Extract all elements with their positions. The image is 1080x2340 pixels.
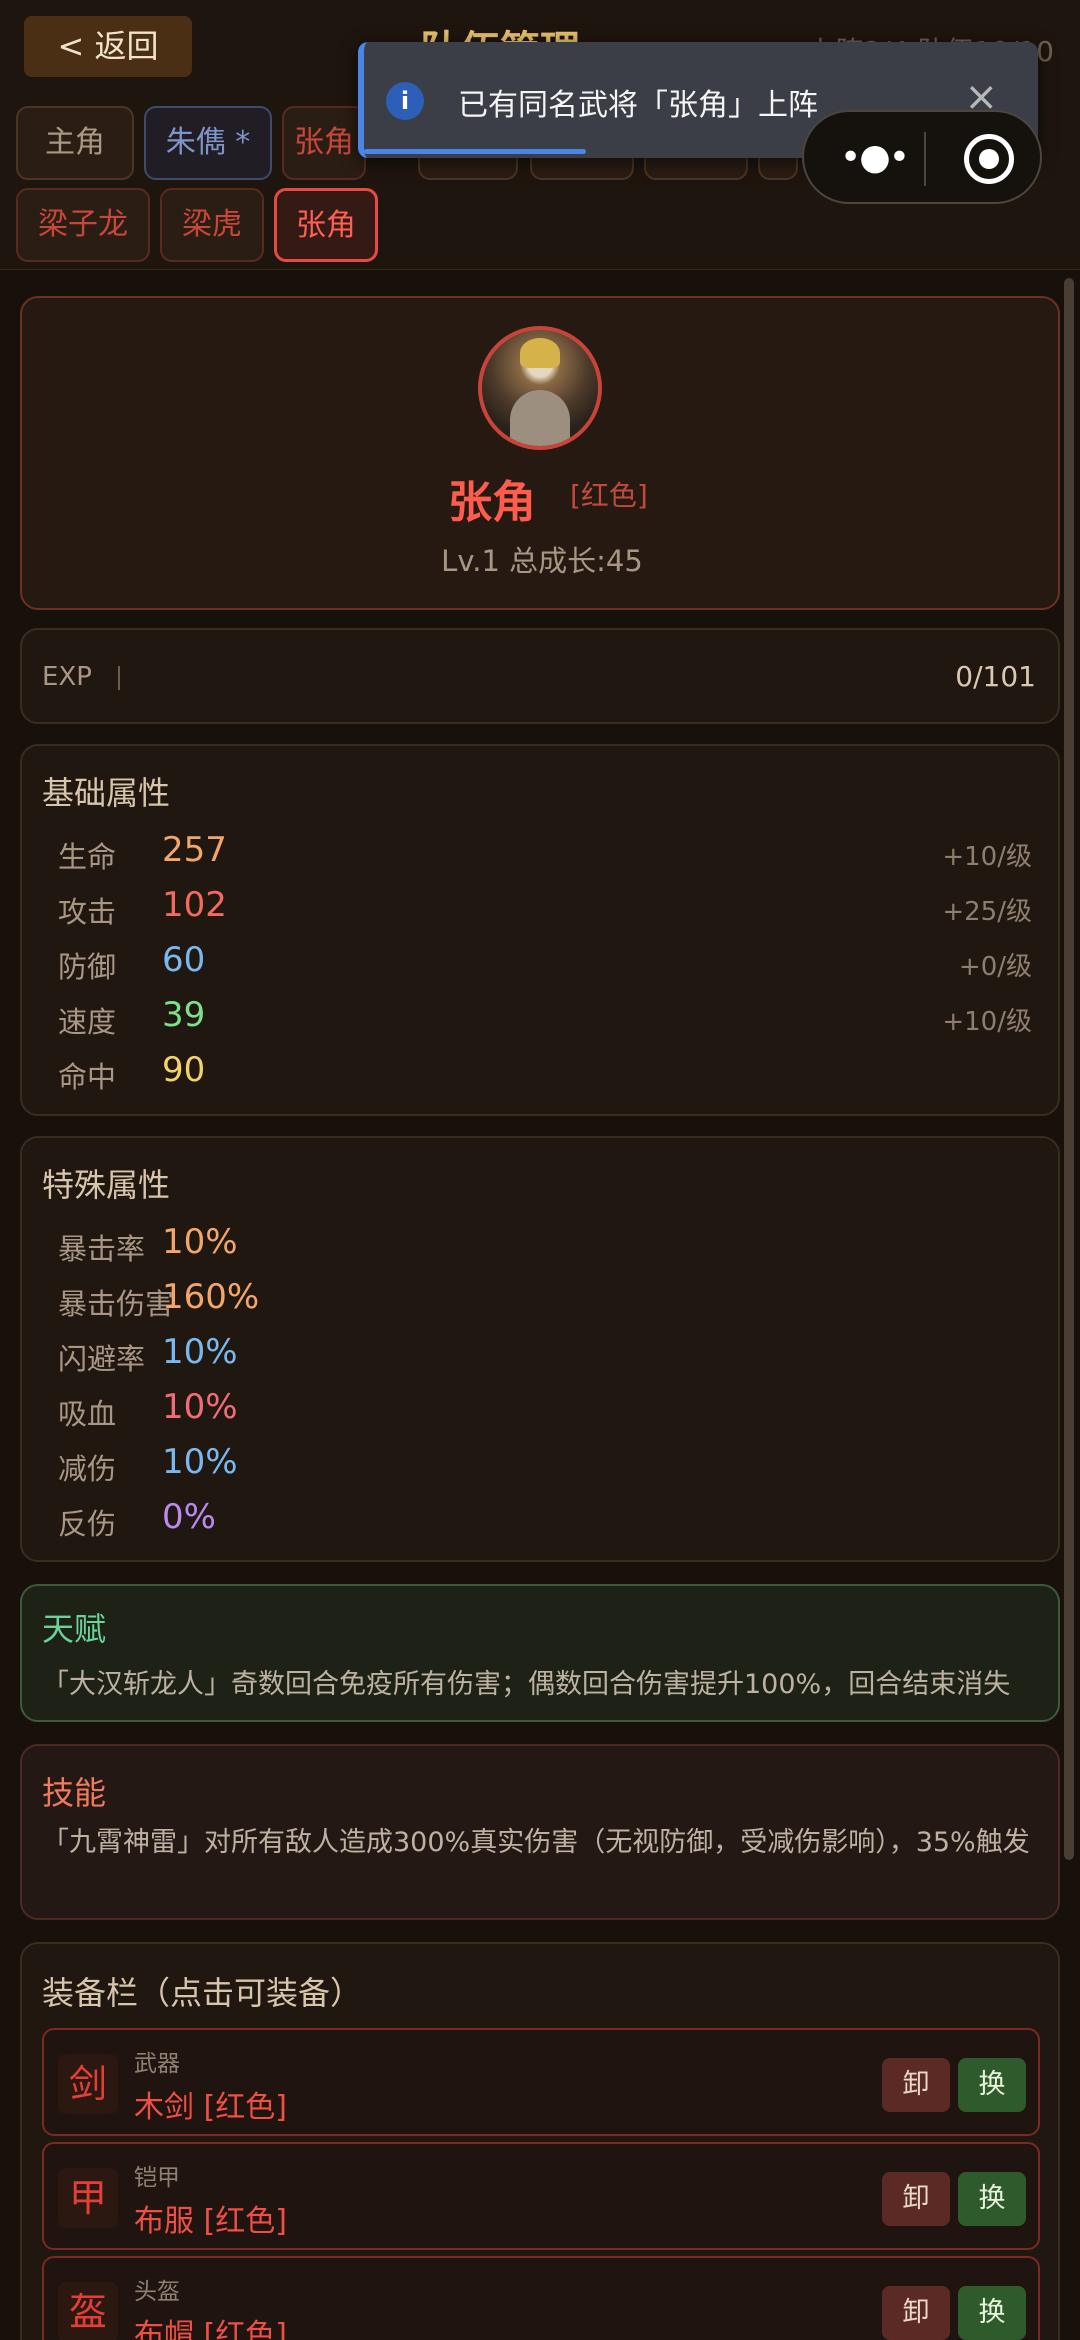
tab-protagonist[interactable]: 主角 [16,106,134,180]
talent-description: 「大汉斩龙人」奇数回合免疫所有伤害；偶数回合伤害提升100%，回合结束消失 [42,1669,1011,1700]
scrollbar[interactable] [1064,278,1074,1860]
swap-button[interactable]: 换 [958,2172,1026,2226]
stat-value: 102 [162,885,227,925]
armor-icon: 甲 [58,2168,118,2228]
tab-zhujun[interactable]: 朱儁 * [144,106,272,180]
equipment-card: 装备栏（点击可装备） 剑 武器 木剑 [红色] 卸 换 甲 铠甲 布服 [红色]… [20,1942,1060,2340]
talent-title: 天赋 [42,1610,107,1648]
section-title: 基础属性 [42,774,171,812]
hero-card: 张角 [红色] Lv.1 总成长:45 [20,296,1060,610]
stat-label: 暴击伤害 [58,1287,175,1321]
section-title: 装备栏（点击可装备） [42,1974,363,2012]
stat-value: 10% [162,1222,238,1262]
stat-value: 10% [162,1332,238,1372]
swap-button[interactable]: 换 [958,2058,1026,2112]
stat-growth: +25/级 [942,897,1032,927]
hero-avatar [478,326,602,450]
stat-value: 39 [162,995,206,1035]
stat-label: 速度 [58,1005,117,1039]
toast-message: 已有同名武将「张角」上阵 [458,88,818,123]
section-title: 特殊属性 [42,1166,171,1204]
stat-growth: +0/级 [958,952,1032,982]
exp-card: EXP 0/101 [20,628,1060,724]
helmet-icon: 盔 [58,2282,118,2340]
tab-zhangjiao-1[interactable]: 张角 [282,106,366,180]
equipment-type: 头盔 [134,2279,180,2305]
equipment-slot-helmet[interactable]: 盔 头盔 布帽 [红色] 卸 换 [42,2256,1040,2340]
equipment-type: 铠甲 [134,2165,180,2191]
stat-value: 90 [162,1050,206,1090]
target-icon[interactable] [964,134,1014,184]
miniprogram-capsule: •●• [802,110,1042,204]
exp-progress-bar [118,666,120,690]
stat-label: 吸血 [58,1397,117,1431]
hero-rarity: [红色] [570,479,648,512]
stat-label: 生命 [58,840,117,874]
stat-value: 160% [162,1277,260,1317]
skill-description: 「九霄神雷」对所有敌人造成300%真实伤害（无视防御，受减伤影响），35%触发 [42,1827,1030,1858]
stat-value: 0% [162,1497,216,1537]
equipment-name: 布服 [红色] [134,2204,287,2239]
stat-label: 反伤 [58,1507,117,1541]
unequip-button[interactable]: 卸 [882,2172,950,2226]
stat-label: 暴击率 [58,1232,146,1266]
stat-value: 60 [162,940,206,980]
base-stats-card: 基础属性 生命 257 +10/级 攻击 102 +25/级 防御 60 +0/… [20,744,1060,1116]
tab-zhangjiao-active[interactable]: 张角 [274,188,378,262]
unequip-button[interactable]: 卸 [882,2058,950,2112]
stat-label: 闪避率 [58,1342,146,1376]
exp-value: 0/101 [955,660,1036,693]
tab-liangzilong[interactable]: 梁子龙 [16,188,150,262]
equipment-type: 武器 [134,2051,180,2077]
equipment-slot-armor[interactable]: 甲 铠甲 布服 [红色] 卸 换 [42,2142,1040,2250]
equipment-name: 布帽 [红色] [134,2318,287,2340]
tab-lianghu[interactable]: 梁虎 [160,188,264,262]
skill-card: 技能 「九霄神雷」对所有敌人造成300%真实伤害（无视防御，受减伤影响），35%… [20,1744,1060,1920]
special-stats-card: 特殊属性 暴击率 10% 暴击伤害 160% 闪避率 10% 吸血 10% 减伤… [20,1136,1060,1562]
capsule-divider [924,132,926,186]
more-dots-icon[interactable]: •●• [834,136,914,180]
stat-value: 10% [162,1387,238,1427]
back-button[interactable]: < 返回 [24,16,192,77]
stat-value: 10% [162,1442,238,1482]
sword-icon: 剑 [58,2054,118,2114]
stat-label: 命中 [58,1060,117,1094]
equipment-name: 木剑 [红色] [134,2090,287,2125]
stat-growth: +10/级 [942,1007,1032,1037]
hero-name: 张角 [448,477,536,528]
info-icon: i [386,82,424,120]
unequip-button[interactable]: 卸 [882,2286,950,2340]
stat-value: 257 [162,830,227,870]
stat-label: 攻击 [58,895,117,929]
talent-card: 天赋 「大汉斩龙人」奇数回合免疫所有伤害；偶数回合伤害提升100%，回合结束消失 [20,1584,1060,1722]
skill-title: 技能 [42,1774,107,1812]
stat-label: 减伤 [58,1452,117,1486]
stat-growth: +10/级 [942,842,1032,872]
equipment-slot-weapon[interactable]: 剑 武器 木剑 [红色] 卸 换 [42,2028,1040,2136]
toast-progress-bar [364,149,586,154]
hero-level-growth: Lv.1 总成长:45 [441,544,643,578]
swap-button[interactable]: 换 [958,2286,1026,2340]
stat-label: 防御 [58,950,117,984]
exp-label: EXP [42,662,92,692]
